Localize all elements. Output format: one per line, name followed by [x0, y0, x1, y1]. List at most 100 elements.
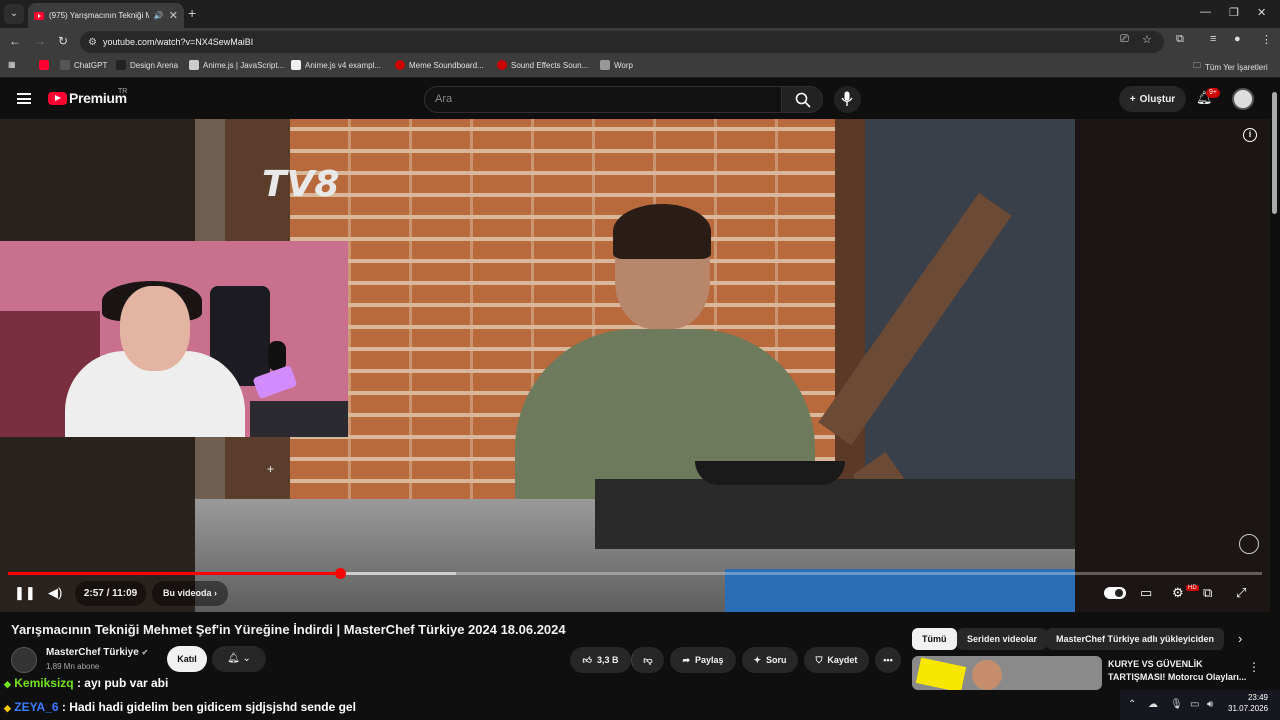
search-button[interactable] — [781, 86, 823, 113]
related-more-icon[interactable]: ⋮ — [1248, 660, 1260, 674]
soundboard-icon — [395, 60, 405, 70]
address-bar[interactable]: ⚙ youtube.com/watch?v=NX4SewMaiBI — [80, 31, 1164, 53]
search-input[interactable]: Ara — [424, 86, 782, 113]
bookmarks-bar: ▦ ChatGPT Design Arena Anime.js | JavaSc… — [0, 55, 1280, 78]
fullscreen-icon[interactable]: ⤢ — [1236, 585, 1246, 601]
chat-text: : Hadi hadi gidelim ben gidicem sjdjsjsh… — [61, 700, 356, 714]
voice-search-button[interactable] — [834, 86, 861, 113]
all-bookmarks[interactable]: 🗀 Tüm Yer İşaretleri — [1193, 60, 1268, 74]
close-window-icon[interactable]: ✕ — [1257, 6, 1266, 19]
soundboard-icon — [497, 60, 507, 70]
bookmark-meme-soundboard[interactable]: Meme Soundboard... — [395, 60, 484, 70]
reading-list-icon[interactable]: ≡ — [1210, 33, 1216, 45]
channel-avatar[interactable] — [11, 647, 37, 673]
restore-icon[interactable]: ❐ — [1229, 6, 1239, 19]
site-info-icon[interactable]: ⚙ — [88, 37, 97, 48]
menu-icon[interactable] — [17, 93, 31, 104]
bookmark-star-icon[interactable]: ☆ — [1142, 33, 1152, 46]
mic-tray-icon[interactable]: 🎙︎ — [1170, 699, 1183, 710]
chevron-down-icon: ⌄ — [242, 653, 251, 664]
plus-icon: + — [1129, 93, 1136, 105]
codepen-icon — [291, 60, 301, 70]
new-tab-icon[interactable]: + — [188, 5, 196, 21]
bookmark-worp[interactable]: Worp — [600, 60, 633, 70]
back-icon[interactable]: ← — [9, 34, 21, 48]
video-player[interactable]: TV8 i + ❚❚ ◀) 2:57 / 11:09 Bu videoda › … — [0, 119, 1270, 612]
autoplay-toggle[interactable] — [1104, 587, 1126, 599]
minimize-icon[interactable]: — — [1200, 6, 1211, 18]
chevron-right-icon[interactable]: › — [1238, 631, 1242, 646]
close-tab-icon[interactable]: ✕ — [169, 9, 178, 22]
chat-username: ZEYA_6 — [14, 700, 59, 714]
related-thumbnail[interactable] — [912, 656, 1102, 690]
like-button[interactable]: 👍︎ 3,3 B — [570, 647, 631, 673]
worp-icon — [600, 60, 610, 70]
reload-icon[interactable]: ↻ — [58, 34, 68, 48]
chatgpt-icon — [60, 60, 70, 70]
apps-grid-icon[interactable]: ▦ — [8, 60, 16, 69]
speaker-tray-icon[interactable]: 🔊︎ — [1207, 699, 1213, 710]
bookmark-animejs[interactable]: Anime.js | JavaScript... — [189, 60, 284, 70]
share-label: Paylaş — [695, 655, 724, 665]
chapter-label: Bu videoda — [162, 588, 212, 598]
chapter-button[interactable]: Bu videoda › — [152, 581, 228, 606]
masterchef-watermark-icon — [1239, 534, 1259, 554]
bookmark-icon: ⛉ — [815, 654, 823, 665]
channel-name[interactable]: MasterChef Türkiye ✔ — [46, 647, 148, 658]
subtitles-icon[interactable]: ▭ — [1140, 585, 1152, 601]
save-button[interactable]: ⛉ Kaydet — [804, 647, 869, 673]
page-scrollbar[interactable] — [1272, 92, 1277, 214]
tray-expand-icon[interactable]: ⌃ — [1128, 699, 1136, 710]
extensions-icon[interactable]: ⧉ — [1176, 33, 1184, 46]
scene-stove — [595, 479, 1075, 549]
more-actions-button[interactable]: ••• — [875, 647, 901, 673]
bookmark-animejs-v4[interactable]: Anime.js v4 exampl... — [291, 60, 381, 70]
subscription-bell-button[interactable]: 🔔︎ ⌄ — [212, 646, 266, 672]
search-icon — [795, 92, 811, 108]
related-video-title[interactable]: KURYE VS GÜVENLİK TARTIŞMASI! Motorcu Ol… — [1108, 658, 1248, 684]
forward-icon[interactable]: → — [34, 34, 46, 48]
ask-button[interactable]: ✦ Soru — [742, 647, 798, 673]
clock-date: 31.07.2026 — [1228, 704, 1269, 713]
youtube-header: Premium TR Ara + Oluştur 🔔︎ 9+ — [0, 79, 1280, 119]
install-app-icon[interactable]: ⎚ — [1120, 33, 1129, 46]
youtube-logo-icon[interactable] — [48, 92, 67, 105]
chip-all[interactable]: Tümü — [912, 628, 957, 650]
chip-series[interactable]: Seriden videolar — [957, 628, 1048, 650]
network-icon[interactable]: ▭ — [1190, 699, 1199, 710]
share-button[interactable]: ➦ Paylaş — [670, 647, 736, 673]
pause-icon[interactable]: ❚❚ — [14, 585, 36, 601]
mouse-cursor-icon: + — [267, 462, 275, 476]
bookmark-label: Anime.js | JavaScript... — [203, 60, 285, 70]
taskbar-clock[interactable]: 23:49 31.07.2026 — [1228, 692, 1268, 714]
profile-icon[interactable]: ● — [1234, 33, 1241, 45]
youtube-icon — [39, 60, 49, 70]
volume-icon[interactable]: ◀) — [48, 585, 62, 601]
save-label: Kaydet — [827, 655, 858, 665]
bell-icon: 🔔︎ — [227, 653, 240, 664]
create-button[interactable]: + Oluştur — [1119, 86, 1186, 112]
channel-watermark: TV8 — [262, 164, 340, 205]
bookmark-design-arena[interactable]: Design Arena — [116, 60, 178, 70]
tray-app-icon[interactable]: ☁ — [1148, 699, 1158, 710]
bookmark-sound-effects[interactable]: Sound Effects Soun... — [497, 60, 588, 70]
thumbs-up-icon: 👍︎ — [582, 654, 592, 665]
dislike-button[interactable]: 👎︎ — [631, 647, 664, 673]
region-code: TR — [118, 88, 128, 95]
join-button[interactable]: Katıl — [167, 646, 207, 672]
browser-tab[interactable]: (975) Yarışmacının Tekniği M 🔊 ✕ — [28, 3, 184, 28]
url-text[interactable]: youtube.com/watch?v=NX4SewMaiBI — [103, 37, 253, 47]
info-icon[interactable]: i — [1243, 128, 1257, 142]
bookmark-youtube[interactable] — [39, 60, 49, 70]
miniplayer-icon[interactable]: ⧉ — [1203, 585, 1212, 601]
browser-menu-icon[interactable]: ⋮ — [1261, 33, 1272, 46]
account-avatar[interactable] — [1232, 88, 1254, 110]
bookmark-label: Tüm Yer İşaretleri — [1205, 62, 1268, 72]
streamer-webcam — [0, 241, 348, 437]
chip-uploader[interactable]: MasterChef Türkiye adlı yükleyiciden — [1046, 628, 1225, 650]
tab-search-icon[interactable]: ⌄ — [4, 4, 24, 24]
settings-gear-icon[interactable]: ⚙ — [1172, 585, 1184, 601]
bookmark-chatgpt[interactable]: ChatGPT — [60, 60, 107, 70]
bookmark-label: Meme Soundboard... — [409, 60, 484, 70]
speaker-icon[interactable]: 🔊 — [154, 11, 164, 20]
